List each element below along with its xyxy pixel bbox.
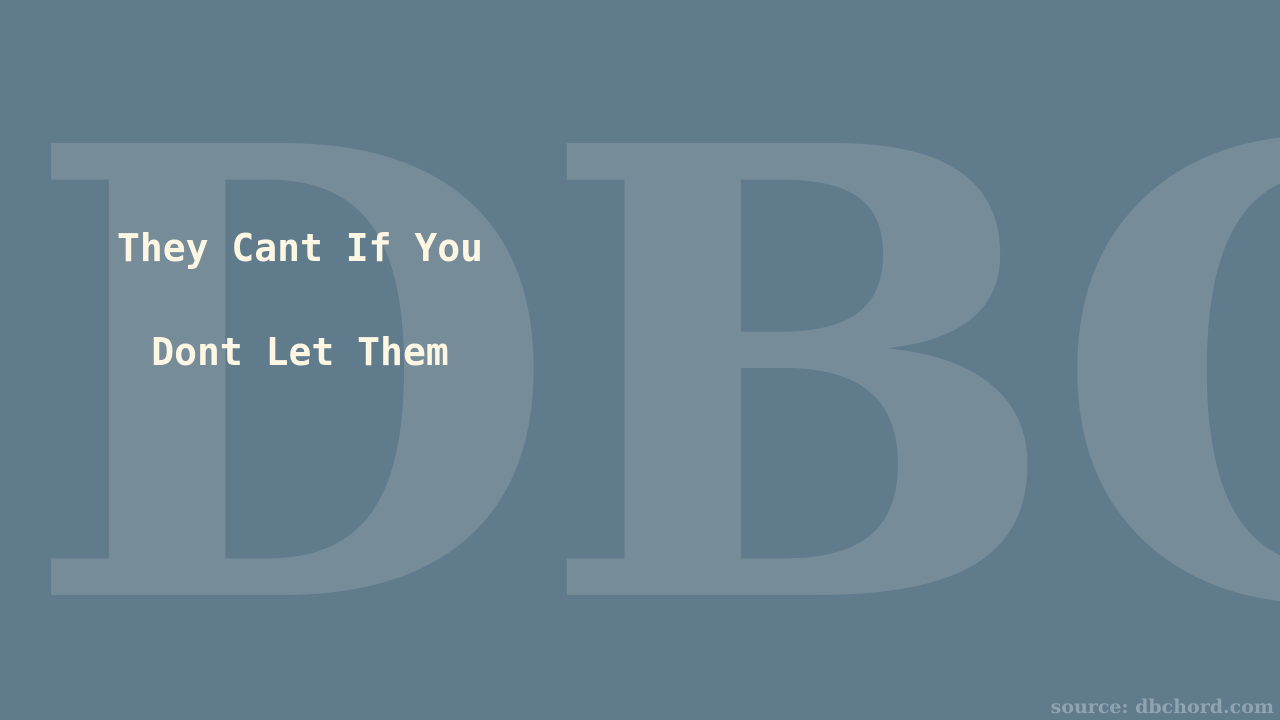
source-credit: source: dbchord.com: [1050, 696, 1274, 718]
title-line-2: Dont Let Them: [151, 330, 449, 374]
song-title: They Cant If You Dont Let Them: [60, 218, 540, 426]
title-line-1: They Cant If You: [116, 226, 484, 270]
